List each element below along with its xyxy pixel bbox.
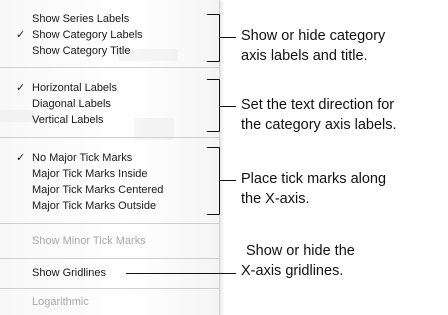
callout-labels-title: Show or hide category axis labels and ti…	[241, 26, 385, 66]
callout-line: Place tick marks along	[241, 171, 387, 187]
callout-line: the X-axis.	[241, 191, 310, 207]
callout-line: X-axis gridlines.	[241, 263, 344, 279]
callout-line: Set the text direction for	[241, 97, 395, 113]
callout-tick-marks: Place tick marks along the X-axis.	[241, 169, 386, 209]
callout-line: axis labels and title.	[241, 48, 368, 64]
callout-line: Show or hide the	[246, 243, 355, 259]
callout-line: Show or hide category	[241, 28, 386, 44]
callout-text-direction: Set the text direction for the category …	[241, 95, 397, 135]
callout-line: the category axis labels.	[241, 117, 397, 133]
callout-gridlines: Show or hide the X-axis gridlines.	[241, 241, 355, 281]
